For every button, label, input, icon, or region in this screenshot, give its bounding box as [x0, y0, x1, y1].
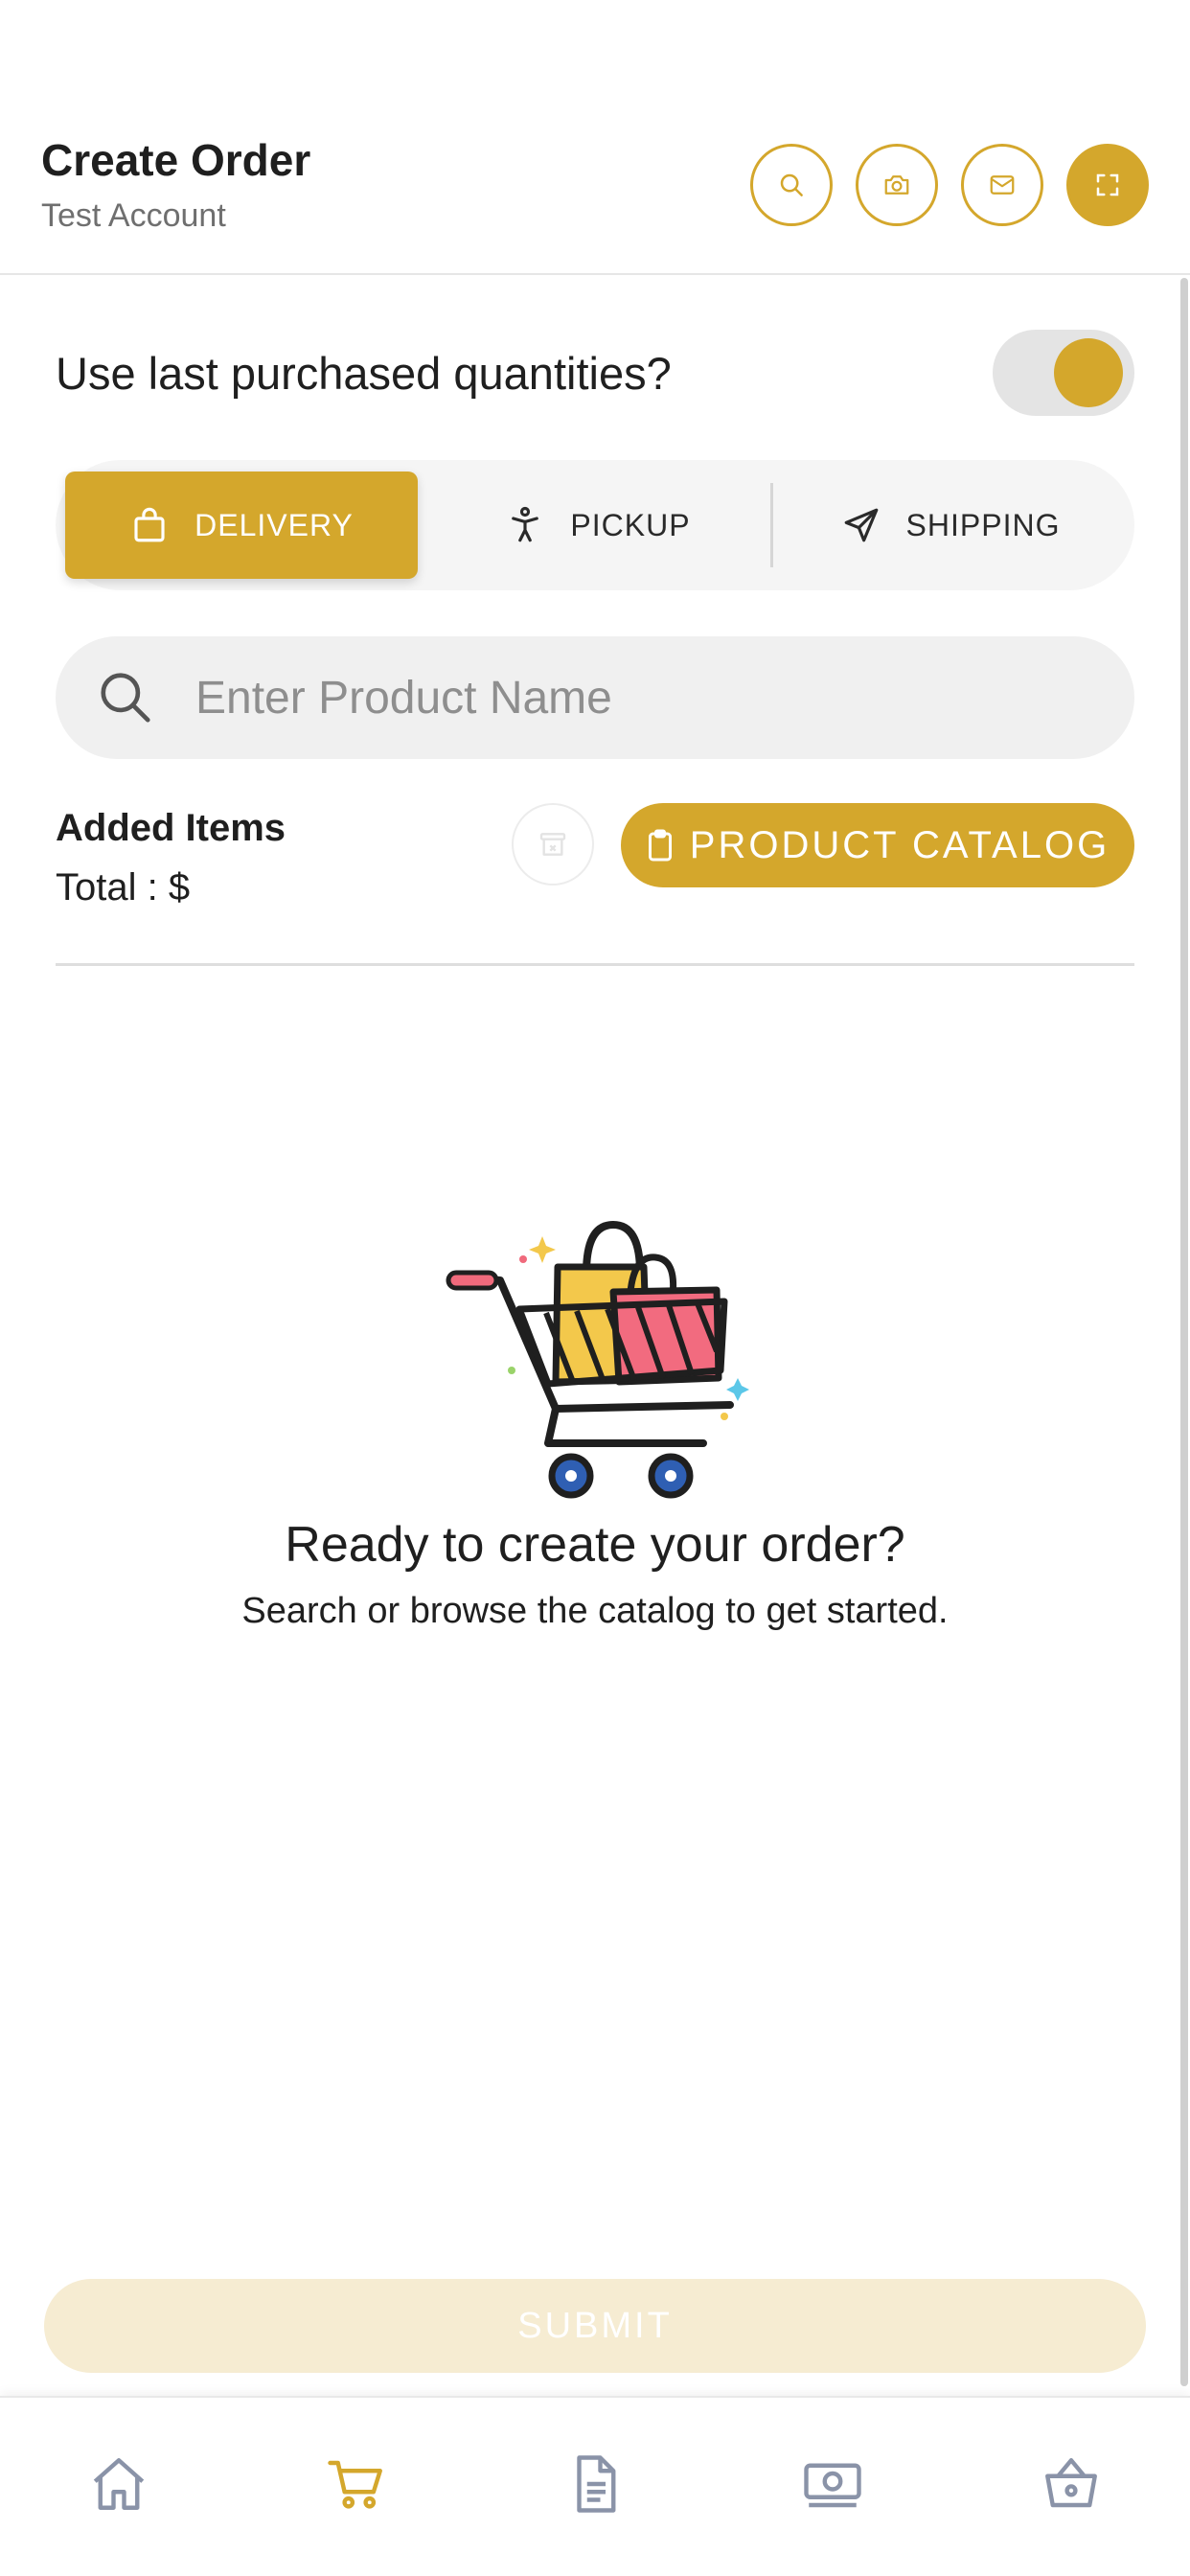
segment-divider — [770, 483, 773, 567]
empty-state-subtitle: Search or browse the catalog to get star… — [241, 1591, 949, 1631]
product-search-input[interactable] — [195, 636, 1096, 759]
money-icon — [804, 2463, 861, 2508]
search-button[interactable] — [750, 144, 833, 226]
shopping-bag-icon — [134, 507, 165, 542]
clipboard-icon — [648, 829, 672, 862]
last-quantities-toggle[interactable] — [993, 330, 1134, 416]
nav-payments[interactable] — [794, 2446, 871, 2522]
search-icon — [101, 673, 150, 723]
order-total: Total : $ — [56, 866, 191, 908]
send-icon — [844, 508, 878, 542]
mail-icon — [990, 175, 1015, 195]
account-name: Test Account — [41, 197, 226, 234]
product-catalog-button[interactable]: PRODUCT CATALOG — [621, 803, 1134, 887]
camera-button[interactable] — [856, 144, 938, 226]
person-icon — [512, 506, 539, 542]
cart-icon — [328, 2460, 382, 2509]
archive-icon — [539, 833, 566, 856]
camera-icon — [884, 175, 909, 195]
search-icon — [780, 173, 803, 196]
shipping-label: SHIPPING — [905, 507, 1061, 542]
submit-button[interactable]: SUBMIT — [44, 2279, 1146, 2373]
pickup-label: PICKUP — [570, 507, 691, 542]
divider — [56, 963, 1134, 966]
product-catalog-label: PRODUCT CATALOG — [689, 823, 1110, 866]
app-header: Create Order Test Account — [0, 0, 1190, 275]
delivery-label: DELIVERY — [195, 507, 354, 542]
shopping-cart-illustration — [446, 1220, 749, 1499]
shipping-option[interactable]: SHIPPING — [776, 472, 1125, 579]
scan-button[interactable] — [1066, 144, 1149, 226]
scan-icon — [1096, 173, 1119, 196]
empty-state-title: Ready to create your order? — [285, 1517, 905, 1573]
bottom-navigation — [0, 2396, 1190, 2576]
fulfillment-selector: DELIVERY PICKUP SHIPPING — [56, 460, 1134, 590]
clear-items-button[interactable] — [512, 803, 594, 886]
nav-home[interactable] — [80, 2446, 157, 2522]
mail-button[interactable] — [961, 144, 1043, 226]
nav-documents[interactable] — [557, 2446, 633, 2522]
pickup-option[interactable]: PICKUP — [427, 472, 768, 579]
last-quantities-label: Use last purchased quantities? — [56, 348, 672, 399]
product-search — [56, 636, 1134, 759]
document-icon — [577, 2455, 616, 2513]
home-icon — [93, 2458, 145, 2510]
nav-cart[interactable] — [318, 2446, 395, 2522]
toggle-knob — [1054, 338, 1123, 407]
added-items-title: Added Items — [56, 807, 286, 849]
basket-icon — [1045, 2458, 1097, 2508]
nav-basket[interactable] — [1033, 2446, 1110, 2522]
page-title: Create Order — [41, 135, 311, 185]
delivery-option[interactable]: DELIVERY — [65, 472, 418, 579]
scrollbar[interactable] — [1180, 278, 1188, 2386]
